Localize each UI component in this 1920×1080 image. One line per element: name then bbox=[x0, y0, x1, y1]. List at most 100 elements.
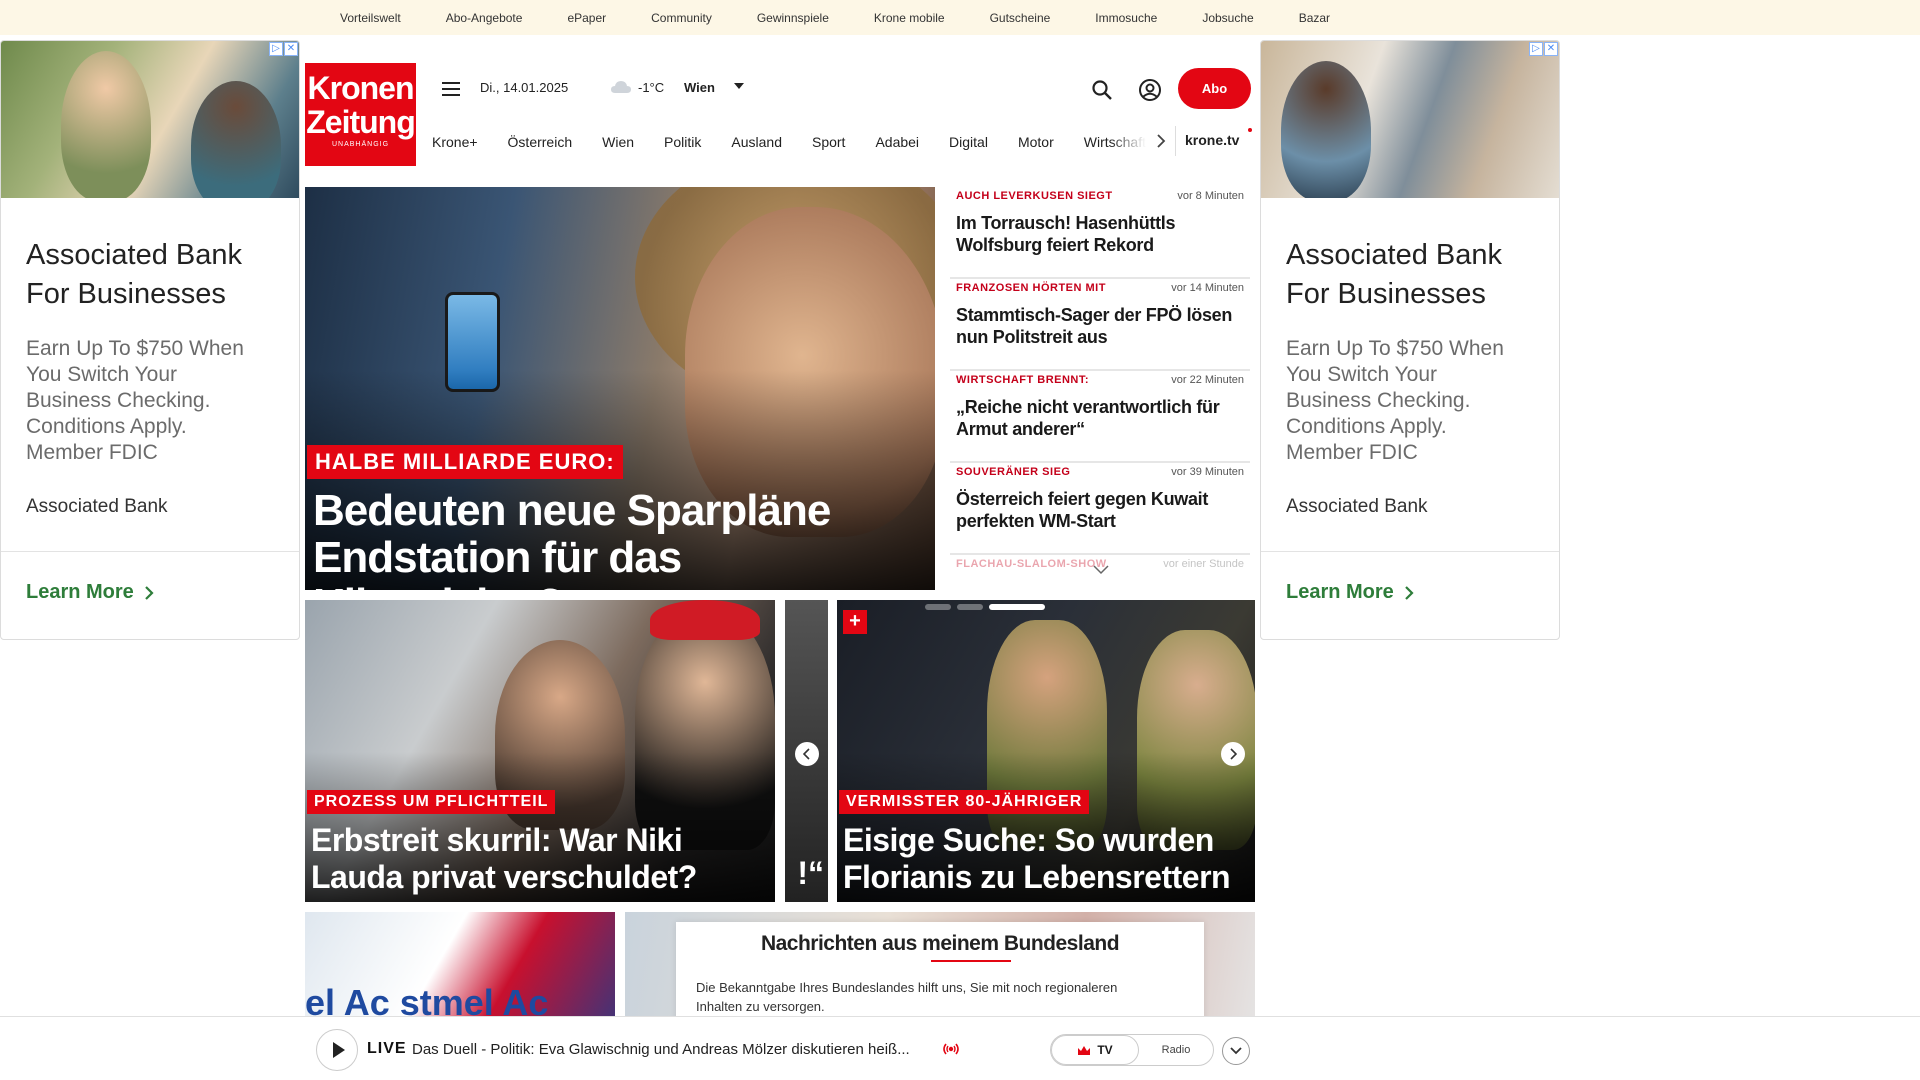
topbar-link-abo-angebote[interactable]: Abo-Angebote bbox=[446, 11, 523, 25]
news-time: vor einer Stunde bbox=[1163, 558, 1244, 570]
carousel-dot[interactable] bbox=[957, 604, 983, 610]
ad-close-icon[interactable]: ✕ bbox=[284, 42, 298, 56]
ad-choices-badge[interactable]: ▷ ✕ bbox=[1529, 42, 1558, 56]
nav-item-motor[interactable]: Motor bbox=[1018, 134, 1054, 150]
carousel-next-button[interactable] bbox=[1221, 742, 1245, 766]
news-time: vor 8 Minuten bbox=[1177, 190, 1244, 202]
card-headline[interactable]: Erbstreit skurril: War Niki Lauda privat… bbox=[311, 822, 771, 896]
news-item[interactable]: FLACHAU-SLALOM-SHOW vor einer Stunde bbox=[950, 555, 1250, 597]
play-button[interactable] bbox=[316, 1029, 358, 1071]
current-date: Di., 14.01.2025 bbox=[480, 80, 569, 95]
main-navigation: Krone+ Österreich Wien Politik Ausland S… bbox=[432, 129, 1162, 155]
carousel-card[interactable]: + VERMISSTER 80-JÄHRIGER Eisige Suche: S… bbox=[837, 600, 1255, 902]
topbar-link-community[interactable]: Community bbox=[651, 11, 712, 25]
user-account-icon[interactable] bbox=[1138, 78, 1162, 102]
nav-item-krone-plus[interactable]: Krone+ bbox=[432, 134, 478, 150]
ad-left[interactable]: ▷ ✕ Associated Bank For Businesses Earn U… bbox=[0, 40, 300, 640]
cloud-icon bbox=[611, 81, 631, 93]
topbar-link-gutscheine[interactable]: Gutscheine bbox=[990, 11, 1051, 25]
chevron-right-icon bbox=[1230, 748, 1237, 760]
top-utility-bar: Vorteilswelt Abo-Angebote ePaper Communi… bbox=[0, 0, 1920, 35]
news-item[interactable]: WIRTSCHAFT BRENNT: vor 22 Minuten „Reich… bbox=[950, 371, 1250, 463]
carousel-dot[interactable] bbox=[925, 604, 951, 610]
ad-left-brand: Associated Bank bbox=[26, 496, 168, 517]
topbar-link-gewinnspiele[interactable]: Gewinnspiele bbox=[757, 11, 829, 25]
radio-toggle[interactable]: Radio bbox=[1139, 1035, 1213, 1065]
card-headline[interactable]: Eisige Suche: So wurden Florianis zu Leb… bbox=[843, 822, 1253, 896]
nav-scroll-right-icon[interactable] bbox=[1156, 134, 1166, 148]
news-headline[interactable]: „Reiche nicht verantwortlich für Armut a… bbox=[956, 396, 1244, 440]
bundesland-title: Nachrichten aus meinem Bundesland bbox=[760, 932, 1120, 955]
nav-item-ausland[interactable]: Ausland bbox=[731, 134, 782, 150]
news-time: vor 14 Minuten bbox=[1171, 282, 1244, 294]
topbar-link-bazar[interactable]: Bazar bbox=[1299, 11, 1330, 25]
hamburger-menu-icon[interactable] bbox=[442, 82, 460, 96]
ad-left-divider bbox=[1, 551, 299, 552]
abo-button[interactable]: Abo bbox=[1178, 68, 1251, 109]
carousel-prev-button[interactable] bbox=[795, 742, 819, 766]
tv-label: TV bbox=[1097, 1043, 1113, 1057]
tv-radio-switch: TV Radio bbox=[1050, 1034, 1214, 1066]
hero-article[interactable]: HALBE MILLIARDE EURO: Bedeuten neue Spar… bbox=[305, 187, 935, 590]
topbar-link-immosuche[interactable]: Immosuche bbox=[1095, 11, 1157, 25]
ad-info-icon[interactable]: ▷ bbox=[1529, 42, 1543, 56]
ad-choices-badge[interactable]: ▷ ✕ bbox=[269, 42, 298, 56]
chevron-right-icon bbox=[1405, 585, 1414, 600]
logo-tagline: UNABHÄNGIG bbox=[331, 141, 390, 148]
ad-left-body: Earn Up To $750 When You Switch Your Bus… bbox=[26, 337, 244, 464]
nav-item-wien[interactable]: Wien bbox=[602, 134, 634, 150]
ad-close-icon[interactable]: ✕ bbox=[1544, 42, 1558, 56]
ad-left-cta-label: Learn More bbox=[26, 581, 134, 603]
krone-plus-badge-icon: + bbox=[843, 610, 867, 634]
topbar-link-jobsuche[interactable]: Jobsuche bbox=[1202, 11, 1253, 25]
news-item[interactable]: SOUVERÄNER SIEG vor 39 Minuten Österreic… bbox=[950, 463, 1250, 555]
carousel-card[interactable]: PROZESS UM PFLICHTTEIL Erbstreit skurril… bbox=[305, 600, 775, 902]
topbar-link-krone-mobile[interactable]: Krone mobile bbox=[874, 11, 945, 25]
nav-item-digital[interactable]: Digital bbox=[949, 134, 988, 150]
ad-right-body: Earn Up To $750 When You Switch Your Bus… bbox=[1286, 337, 1504, 464]
ad-right-title[interactable]: Associated Bank For Businesses bbox=[1286, 236, 1546, 314]
ad-right-image[interactable]: ▷ ✕ bbox=[1261, 41, 1559, 198]
bundesland-title-underline bbox=[931, 960, 1011, 962]
city-selector[interactable]: Wien bbox=[684, 80, 715, 95]
topbar-link-epaper[interactable]: ePaper bbox=[567, 11, 606, 25]
chevron-left-icon bbox=[803, 748, 810, 760]
tv-toggle[interactable]: TV bbox=[1051, 1035, 1139, 1065]
hero-headline[interactable]: Bedeuten neue Sparpläne Endstation für d… bbox=[313, 487, 933, 590]
news-headline[interactable]: Im Torrausch! Hasenhüttls Wolfsburg feie… bbox=[956, 212, 1244, 256]
ad-right-learn-more-button[interactable]: Learn More bbox=[1286, 581, 1414, 604]
logo-line-2: Zeitung bbox=[306, 104, 416, 140]
news-headline[interactable]: Österreich feiert gegen Kuwait perfekten… bbox=[956, 488, 1244, 532]
news-time: vor 39 Minuten bbox=[1171, 466, 1244, 478]
ad-left-image[interactable]: ▷ ✕ bbox=[1, 41, 299, 198]
carousel-dot-active[interactable] bbox=[989, 604, 1045, 610]
nav-item-adabei[interactable]: Adabei bbox=[875, 134, 919, 150]
card-kicker: PROZESS UM PFLICHTTEIL bbox=[307, 790, 556, 814]
nav-item-sport[interactable]: Sport bbox=[812, 134, 845, 150]
live-program-title[interactable]: Das Duell - Politik: Eva Glawischnig und… bbox=[412, 1041, 932, 1058]
caret-down-icon[interactable] bbox=[734, 83, 744, 89]
latest-news-list: AUCH LEVERKUSEN SIEGT vor 8 Minuten Im T… bbox=[950, 187, 1250, 597]
ad-left-title[interactable]: Associated Bank For Businesses bbox=[26, 236, 286, 314]
expand-player-button[interactable] bbox=[1222, 1037, 1250, 1065]
scroll-down-chevron-icon[interactable] bbox=[1093, 565, 1109, 575]
card-headline-partial: !“ bbox=[797, 855, 824, 891]
ad-right[interactable]: ▷ ✕ Associated Bank For Businesses Earn U… bbox=[1260, 40, 1560, 640]
chevron-down-icon bbox=[1230, 1047, 1242, 1055]
crown-icon bbox=[1078, 1045, 1091, 1055]
topbar-link-vorteilswelt[interactable]: Vorteilswelt bbox=[340, 11, 401, 25]
ad-right-divider bbox=[1261, 551, 1559, 552]
nav-item-krone-tv[interactable]: krone.tv bbox=[1185, 132, 1239, 148]
ad-left-learn-more-button[interactable]: Learn More bbox=[26, 581, 154, 604]
nav-divider bbox=[1175, 126, 1176, 156]
news-item[interactable]: FRANZOSEN HÖRTEN MIT vor 14 Minuten Stam… bbox=[950, 279, 1250, 371]
live-player-bar: LIVE Das Duell - Politik: Eva Glawischni… bbox=[0, 1016, 1920, 1080]
temperature: -1°C bbox=[638, 80, 665, 95]
news-item[interactable]: AUCH LEVERKUSEN SIEGT vor 8 Minuten Im T… bbox=[950, 187, 1250, 279]
news-headline[interactable]: Stammtisch-Sager der FPÖ lösen nun Polit… bbox=[956, 304, 1244, 348]
nav-item-politik[interactable]: Politik bbox=[664, 134, 701, 150]
nav-item-oesterreich[interactable]: Österreich bbox=[508, 134, 573, 150]
ad-info-icon[interactable]: ▷ bbox=[269, 42, 283, 56]
search-icon[interactable] bbox=[1091, 79, 1113, 101]
kronen-zeitung-logo[interactable]: Kronen Zeitung UNABHÄNGIG bbox=[305, 63, 416, 166]
